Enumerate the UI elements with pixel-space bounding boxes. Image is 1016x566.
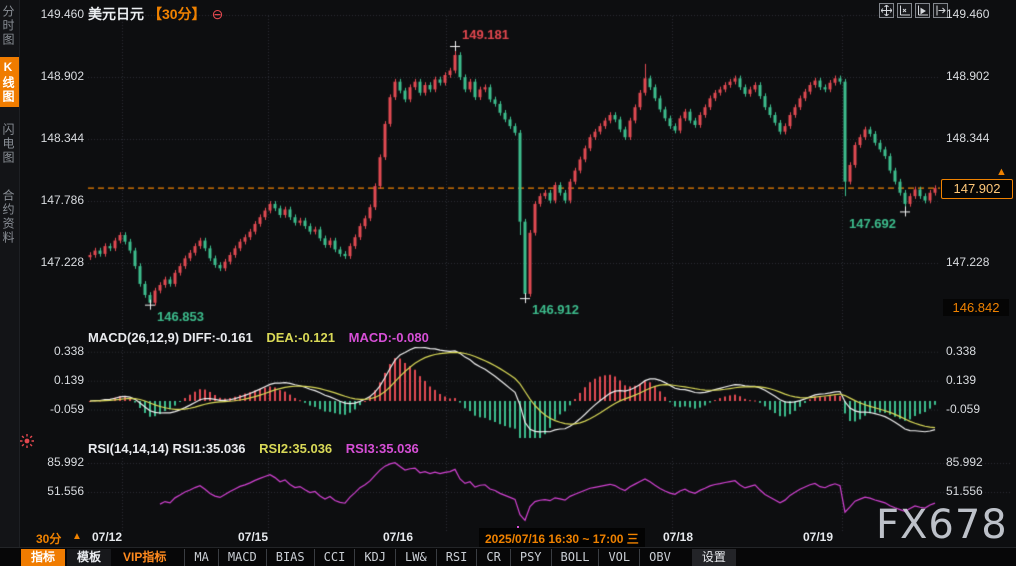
last-price-tag: 147.902 bbox=[941, 179, 1013, 199]
y-axis-label: 147.228 bbox=[946, 255, 1014, 269]
rsi-title: RSI(14,14,14) RSI1:35.036 bbox=[88, 441, 246, 456]
trading-app-window: 分时图 K线图 闪电图 合约资料 美元日元【30分】 ⊖ 149.460 148.… bbox=[0, 0, 1016, 566]
expand-axis-icon[interactable] bbox=[915, 3, 930, 18]
macd-hist-value: MACD:-0.080 bbox=[349, 330, 429, 345]
macd-axis-label: 0.139 bbox=[946, 373, 1014, 387]
y-axis-label: 148.344 bbox=[946, 131, 1014, 145]
macd-dea-value: DEA:-0.121 bbox=[266, 330, 335, 345]
rsi-axis-label: 51.556 bbox=[20, 484, 84, 498]
macd-axis-label: -0.059 bbox=[20, 402, 84, 416]
sidebar-item-lightning-chart[interactable]: 闪电图 bbox=[0, 120, 19, 168]
price-up-arrow-icon: ▲ bbox=[996, 166, 1007, 178]
indicator-psy-button[interactable]: PSY bbox=[510, 549, 551, 566]
rsi-axis-label: 85.992 bbox=[946, 455, 1014, 469]
period-selector[interactable]: 30分 bbox=[36, 530, 61, 547]
date-tick: 07/18 bbox=[663, 530, 693, 544]
hovered-candle-time-range: 2025/07/16 16:30 ~ 17:00 三 bbox=[479, 528, 645, 549]
macd-title: MACD(26,12,9) DIFF:-0.161 bbox=[88, 330, 253, 345]
indicator-cr-button[interactable]: CR bbox=[476, 549, 509, 566]
y-axis-label: 147.228 bbox=[20, 255, 84, 269]
date-tick: 07/12 bbox=[92, 530, 122, 544]
tab-templates[interactable]: 模板 bbox=[67, 549, 111, 566]
indicator-kdj-button[interactable]: KDJ bbox=[354, 549, 395, 566]
fx678-watermark: FX678 bbox=[876, 505, 1008, 545]
rsi-axis-label: 51.556 bbox=[946, 484, 1014, 498]
indicator-obv-button[interactable]: OBV bbox=[639, 549, 680, 566]
rsi3-value: RSI3:35.036 bbox=[346, 441, 419, 456]
macd-axis-label: 0.338 bbox=[946, 344, 1014, 358]
indicator-boll-button[interactable]: BOLL bbox=[551, 549, 599, 566]
sidebar-item-candle-chart[interactable]: K线图 bbox=[0, 57, 19, 107]
move-tool-icon[interactable] bbox=[879, 3, 894, 18]
compress-axis-icon[interactable] bbox=[897, 3, 912, 18]
indicator-bias-button[interactable]: BIAS bbox=[266, 549, 314, 566]
date-tick: 07/16 bbox=[383, 530, 413, 544]
y-axis-label: 149.460 bbox=[946, 7, 1014, 21]
alert-burst-icon[interactable] bbox=[19, 433, 35, 454]
period-label: 【30分】 bbox=[148, 6, 206, 22]
rsi2-value: RSI2:35.036 bbox=[259, 441, 332, 456]
period-dropdown-icon[interactable]: ▲ bbox=[72, 531, 82, 542]
macd-axis-label: -0.059 bbox=[946, 402, 1014, 416]
sidebar-item-time-chart[interactable]: 分时图 bbox=[0, 2, 19, 50]
y-axis-label: 147.786 bbox=[20, 193, 84, 207]
chart-title: 美元日元【30分】 ⊖ bbox=[88, 4, 223, 24]
indicator-vol-button[interactable]: VOL bbox=[598, 549, 639, 566]
y-axis-label: 148.902 bbox=[20, 69, 84, 83]
tab-indicators[interactable]: 指标 bbox=[21, 549, 65, 566]
tab-vip-indicators[interactable]: VIP指标 bbox=[113, 549, 176, 566]
remove-chart-icon[interactable]: ⊖ bbox=[212, 6, 224, 22]
y-axis-label: 148.902 bbox=[946, 69, 1014, 83]
y-axis-label: 148.344 bbox=[20, 131, 84, 145]
axis-tools bbox=[879, 3, 948, 18]
date-tick: 07/15 bbox=[238, 530, 268, 544]
indicator-rsi-button[interactable]: RSI bbox=[436, 549, 477, 566]
y-axis-label: 149.460 bbox=[20, 7, 84, 21]
macd-header: MACD(26,12,9) DIFF:-0.161 DEA:-0.121 MAC… bbox=[88, 330, 429, 345]
indicator-macd-button[interactable]: MACD bbox=[218, 549, 266, 566]
macd-axis-label: 0.139 bbox=[20, 373, 84, 387]
rsi-header: RSI(14,14,14) RSI1:35.036 RSI2:35.036 RS… bbox=[88, 441, 419, 456]
price-chart-canvas[interactable] bbox=[0, 0, 1016, 566]
date-tick: 07/19 bbox=[803, 530, 833, 544]
indicator-lwr-button[interactable]: LW& bbox=[395, 549, 436, 566]
chart-type-sidebar: 分时图 K线图 闪电图 合约资料 bbox=[0, 0, 20, 566]
symbol-name: 美元日元 bbox=[88, 6, 144, 22]
indicator-toolbar: 指标 模板 VIP指标 MA MACD BIAS CCI KDJ LW& RSI… bbox=[0, 547, 1016, 566]
indicator-ma-button[interactable]: MA bbox=[184, 549, 217, 566]
session-low-tag: 146.842 bbox=[943, 299, 1009, 316]
indicator-cci-button[interactable]: CCI bbox=[314, 549, 355, 566]
settings-button[interactable]: 设置 bbox=[692, 549, 736, 566]
rsi-axis-label: 85.992 bbox=[20, 455, 84, 469]
macd-axis-label: 0.338 bbox=[20, 344, 84, 358]
sidebar-item-contract-info[interactable]: 合约资料 bbox=[0, 186, 19, 248]
